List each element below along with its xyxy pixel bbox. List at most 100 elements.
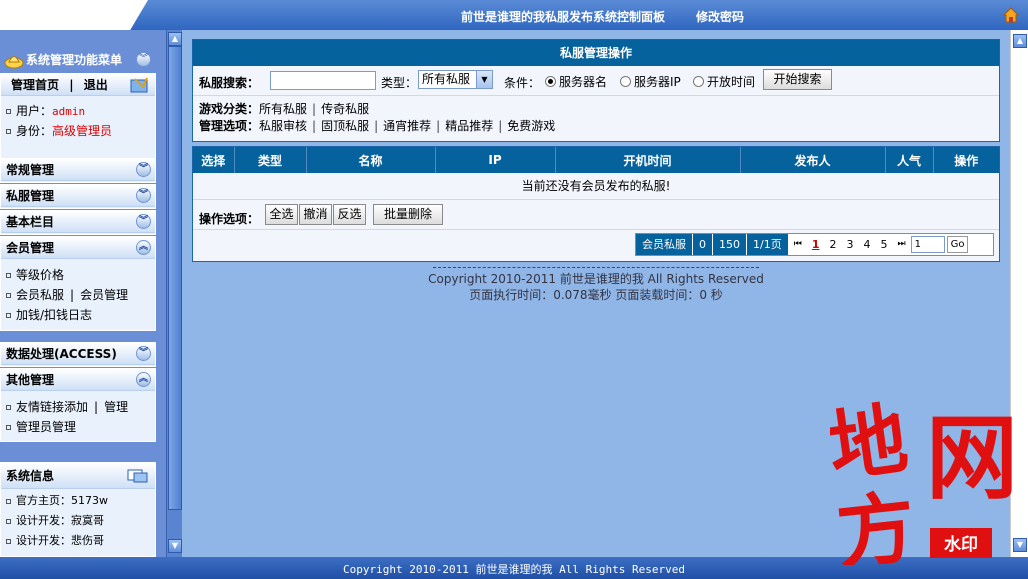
scroll-up-icon[interactable]: ▲ — [1013, 34, 1027, 48]
type-select[interactable]: 所有私服 ▼ — [418, 70, 493, 89]
page-jump-input[interactable] — [910, 236, 945, 253]
section-sysinfo: 系统信息 官方主页：5173w 设计开发：寂寞哥 设计开发：悲伤哥 — [0, 462, 156, 557]
collapse-icon[interactable]: ︽ — [136, 372, 151, 387]
radio-icon[interactable] — [620, 76, 631, 87]
scroll-down-icon[interactable]: ▼ — [168, 539, 182, 553]
page-2-link[interactable]: 2 — [824, 234, 841, 255]
change-password-link[interactable]: 修改密码 — [696, 8, 744, 25]
section-data[interactable]: 数据处理(ACCESS) ︾ — [0, 342, 156, 367]
separator: | — [312, 102, 317, 116]
role-info: 身份：高级管理员 — [1, 121, 155, 141]
home-icon[interactable] — [1003, 7, 1019, 23]
section-data-label: 数据处理(ACCESS) — [6, 347, 117, 361]
section-other-label: 其他管理 — [6, 373, 55, 387]
admin-panel: 管理首页 | 退出 用户：admin 身份：高级管理员 — [0, 73, 156, 159]
level-price-link[interactable]: 等级价格 — [16, 268, 64, 282]
cancel-button[interactable]: 撤消 — [299, 203, 332, 225]
main-scrollbar[interactable]: ▲ ▼ — [1010, 30, 1028, 557]
select-all-button[interactable]: 全选 — [265, 203, 298, 225]
ops-label: 操作选项： — [199, 211, 260, 226]
page-5-link[interactable]: 5 — [875, 234, 892, 255]
batch-delete-button[interactable]: 批量删除 — [373, 203, 443, 225]
expand-icon[interactable]: ︾ — [136, 162, 151, 177]
bullet-icon — [6, 109, 11, 114]
top-bar: 前世是谁理的我私服发布系统控制面板 修改密码 — [0, 0, 1028, 30]
condition-name-option[interactable]: 服务器名 — [545, 73, 607, 90]
scroll-thumb[interactable] — [168, 46, 182, 510]
condition-ip-option[interactable]: 服务器IP — [620, 73, 681, 90]
panel-title: 私服管理操作 — [193, 40, 999, 66]
condition-time-label: 开放时间 — [707, 75, 756, 89]
member-manage-link[interactable]: 会员管理 — [80, 288, 128, 302]
section-basic[interactable]: 基本栏目 ︾ — [0, 210, 156, 235]
page-1-link[interactable]: 1 — [807, 234, 825, 255]
invert-button[interactable]: 反选 — [333, 203, 366, 225]
sysinfo-homepage: 官方主页：5173w — [1, 491, 155, 511]
start-search-button[interactable]: 开始搜索 — [763, 69, 832, 90]
private-server-panel: 私服管理操作 私服搜索： 类型： 所有私服 ▼ 条件： 服务器名 服务器IP 开… — [192, 39, 1000, 142]
role-value: 高级管理员 — [52, 124, 113, 138]
category-legend-link[interactable]: 传奇私服 — [321, 102, 369, 116]
col-boot-time: 开机时间 — [555, 147, 741, 173]
menu-collapse-icon[interactable]: ︾ — [136, 52, 151, 67]
option-premium-link[interactable]: 精品推荐 — [445, 119, 493, 133]
option-review-link[interactable]: 私服审核 — [259, 119, 307, 133]
option-pinned-link[interactable]: 固顶私服 — [321, 119, 369, 133]
scroll-up-icon[interactable]: ▲ — [168, 32, 182, 46]
page-4-link[interactable]: 4 — [858, 234, 875, 255]
category-all-link[interactable]: 所有私服 — [259, 102, 307, 116]
bullet-icon — [6, 518, 11, 524]
pager-count: 0 — [693, 234, 713, 255]
condition-time-option[interactable]: 开放时间 — [693, 73, 755, 90]
dev2-text: 设计开发：悲伤哥 — [16, 534, 104, 547]
user-value: admin — [52, 105, 86, 118]
section-other: 其他管理 ︽ 友情链接添加 | 管理 管理员管理 — [0, 368, 156, 442]
dev1-text: 设计开发：寂寞哥 — [16, 514, 104, 527]
col-actions: 操作 — [933, 147, 999, 173]
menu-item-admin: 管理员管理 — [1, 417, 155, 437]
option-free-link[interactable]: 免费游戏 — [507, 119, 555, 133]
dropdown-arrow-icon[interactable]: ▼ — [476, 71, 492, 88]
section-regular[interactable]: 常规管理 ︾ — [0, 158, 156, 183]
bullet-icon — [6, 273, 11, 278]
member-private-link[interactable]: 会员私服 — [16, 288, 64, 302]
sidebar-scrollbar[interactable]: ▲ ▼ — [166, 30, 182, 557]
scroll-down-icon[interactable]: ▼ — [1013, 538, 1027, 552]
link-add-link[interactable]: 友情链接添加 — [16, 400, 88, 414]
radio-icon[interactable] — [693, 76, 704, 87]
expand-icon[interactable]: ︾ — [136, 214, 151, 229]
homepage-text: 官方主页：5173w — [16, 494, 108, 507]
last-page-icon[interactable]: ⏭ — [892, 234, 910, 255]
money-log-link[interactable]: 加钱/扣钱日志 — [16, 308, 92, 322]
section-member-head[interactable]: 会员管理 ︽ — [1, 237, 155, 259]
sysinfo-dev2: 设计开发：悲伤哥 — [1, 531, 155, 551]
section-regular-label: 常规管理 — [6, 163, 55, 177]
section-private-label: 私服管理 — [6, 189, 55, 203]
radio-selected-icon[interactable] — [545, 76, 556, 87]
go-button[interactable]: Go — [946, 236, 969, 253]
bullet-icon — [6, 129, 11, 134]
expand-icon[interactable]: ︾ — [136, 188, 151, 203]
server-list-panel: 选择 类型 名称 IP 开机时间 发布人 人气 操作 当前还没有会员发布的私服!… — [192, 146, 1000, 262]
first-page-icon[interactable]: ⏮ — [789, 234, 807, 255]
section-other-head[interactable]: 其他管理 ︽ — [1, 369, 155, 391]
separator: | — [374, 119, 379, 133]
option-overnight-link[interactable]: 通宵推荐 — [383, 119, 431, 133]
expand-icon[interactable]: ︾ — [136, 346, 151, 361]
col-publisher: 发布人 — [740, 147, 886, 173]
page-3-link[interactable]: 3 — [841, 234, 858, 255]
admin-manage-link[interactable]: 管理员管理 — [16, 420, 76, 434]
bullet-icon — [6, 293, 11, 298]
condition-ip-label: 服务器IP — [634, 75, 681, 89]
search-input[interactable] — [270, 71, 376, 90]
link-manage-link[interactable]: 管理 — [104, 400, 128, 414]
menu-title: 系统管理功能菜单 — [26, 53, 123, 67]
logout-link[interactable]: 退出 — [84, 78, 108, 92]
section-private[interactable]: 私服管理 ︾ — [0, 184, 156, 209]
section-member-label: 会员管理 — [6, 241, 55, 255]
collapse-icon[interactable]: ︽ — [136, 240, 151, 255]
footer-divider — [433, 267, 759, 268]
logo-area — [0, 0, 148, 30]
sysinfo-dev1: 设计开发：寂寞哥 — [1, 511, 155, 531]
admin-home-link[interactable]: 管理首页 — [11, 78, 59, 92]
